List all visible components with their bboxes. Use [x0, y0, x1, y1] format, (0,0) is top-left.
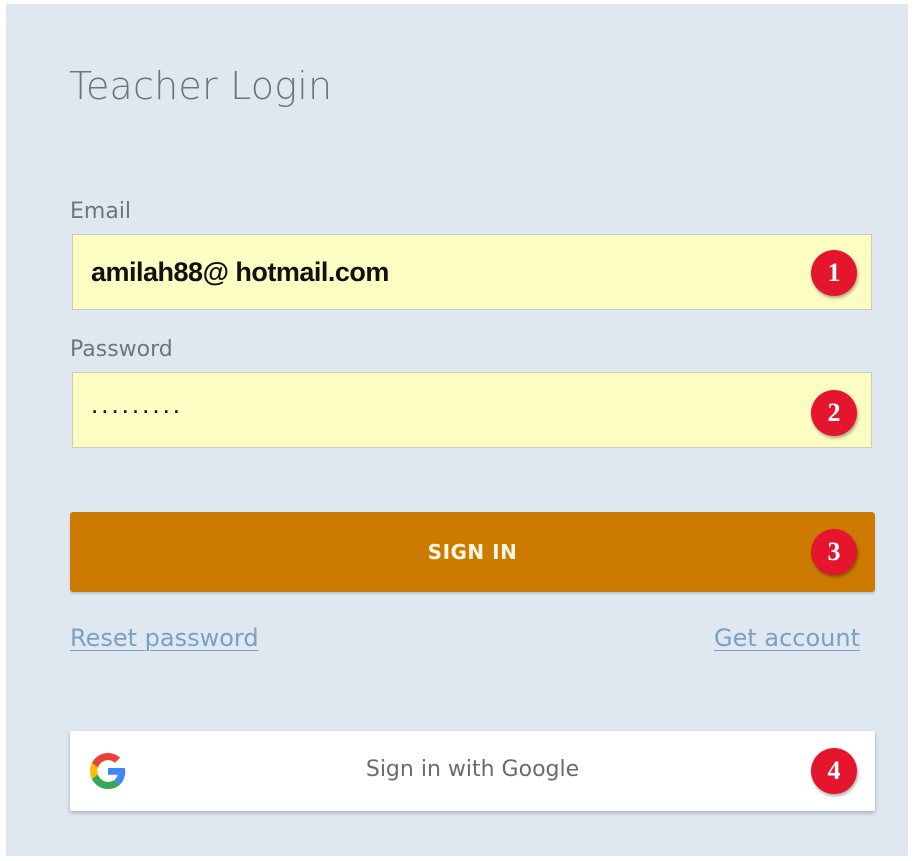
- sign-in-button[interactable]: SIGN IN: [70, 512, 875, 592]
- reset-password-link[interactable]: Reset password: [70, 624, 259, 652]
- step-badge-3: 3: [811, 529, 857, 575]
- step-badge-4: 4: [811, 748, 857, 794]
- step-badge-2: 2: [811, 390, 857, 436]
- page-title: Teacher Login: [69, 64, 333, 108]
- password-label: Password: [70, 337, 173, 362]
- email-field[interactable]: [91, 235, 791, 309]
- google-sign-in-label: Sign in with Google: [365, 757, 580, 782]
- email-label: Email: [70, 199, 132, 224]
- google-sign-in-button[interactable]: Sign in with Google: [70, 731, 875, 811]
- step-badge-1: 1: [811, 250, 857, 296]
- login-panel: Teacher Login Email 1 Password 2 SIGN IN…: [6, 4, 908, 856]
- password-field[interactable]: [91, 367, 791, 441]
- email-field-container: [72, 234, 872, 310]
- get-account-link[interactable]: Get account: [714, 624, 860, 652]
- password-field-container: [72, 367, 872, 448]
